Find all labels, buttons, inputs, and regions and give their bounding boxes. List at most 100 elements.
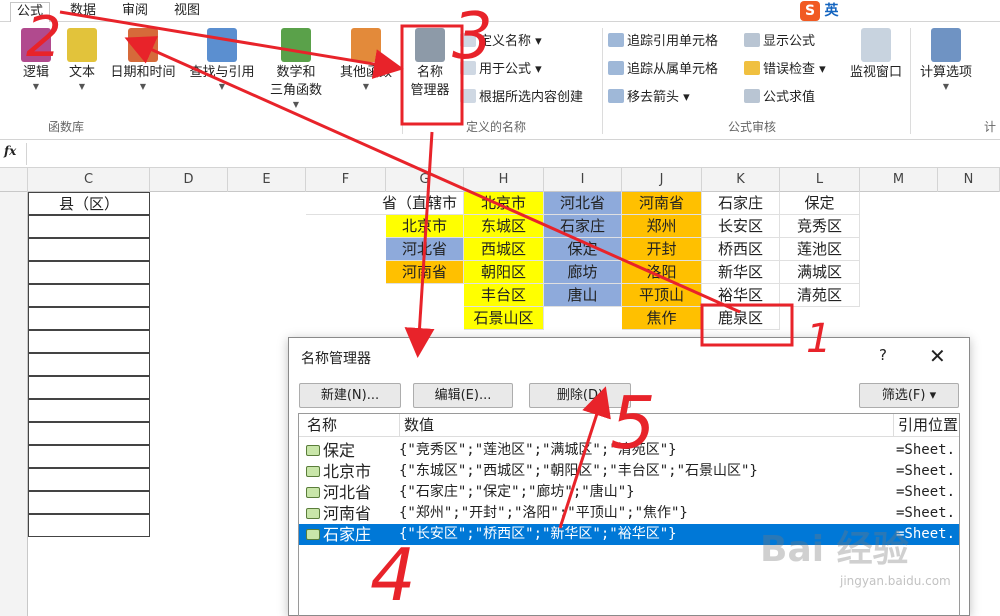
county-cell[interactable]: [28, 468, 150, 491]
cell-c1[interactable]: 县（区）: [28, 192, 150, 215]
cell-j2[interactable]: 郑州: [622, 215, 702, 238]
tab-view[interactable]: 视图: [168, 2, 206, 22]
help-icon[interactable]: ?: [879, 346, 887, 364]
cell-i4[interactable]: 廊坊: [544, 261, 622, 284]
ime-indicator[interactable]: S 英: [800, 0, 860, 22]
county-cell[interactable]: [28, 215, 150, 238]
tab-data[interactable]: 数据: [64, 2, 102, 22]
county-cell[interactable]: [28, 284, 150, 307]
cell-l3[interactable]: 莲池区: [780, 238, 860, 261]
date-time-functions-button[interactable]: 日期和时间 ▼: [104, 28, 182, 92]
column-header-m[interactable]: M: [860, 168, 938, 192]
create-from-selection-button[interactable]: 根据所选内容创建: [460, 88, 583, 108]
use-in-formula-button[interactable]: 用于公式 ▾: [460, 60, 542, 80]
more-functions-button[interactable]: 其他函数 ▼: [334, 28, 398, 92]
delete-name-button[interactable]: 删除(D): [529, 383, 631, 408]
lookup-reference-button[interactable]: 查找与引用 ▼: [184, 28, 260, 92]
column-header-name[interactable]: 名称: [307, 414, 337, 436]
new-name-button[interactable]: 新建(N)...: [299, 383, 401, 408]
edit-name-button[interactable]: 编辑(E)...: [413, 383, 513, 408]
ribbon-tab-bar: 公式 数据 审阅 视图 S 英: [0, 0, 1000, 23]
function-icon[interactable]: fx: [4, 144, 22, 158]
county-cell[interactable]: [28, 307, 150, 330]
county-cell[interactable]: [28, 330, 150, 353]
cell-h6[interactable]: 石景山区: [464, 307, 544, 330]
cell-g4[interactable]: 河南省: [386, 261, 464, 284]
column-header-k[interactable]: K: [702, 168, 780, 192]
trace-precedents-button[interactable]: 追踪引用单元格: [608, 32, 718, 52]
column-header-i[interactable]: I: [544, 168, 622, 192]
error-checking-button[interactable]: 错误检查 ▾: [744, 60, 826, 80]
column-header-e[interactable]: E: [228, 168, 306, 192]
show-formulas-button[interactable]: 显示公式: [744, 32, 815, 52]
list-item-name: 河南省: [323, 504, 372, 523]
formula-input[interactable]: [26, 143, 998, 165]
define-name-button[interactable]: 定义名称 ▾: [460, 32, 542, 52]
trace-dependents-button[interactable]: 追踪从属单元格: [608, 60, 718, 80]
text-functions-button[interactable]: 文本 ▼: [62, 28, 102, 92]
cell-j5[interactable]: 平顶山: [622, 284, 702, 307]
column-header-c[interactable]: C: [28, 168, 150, 192]
list-item[interactable]: 河北省 {"石家庄";"保定";"廊坊";"唐山"} =Sheet.: [299, 482, 959, 503]
cell-j4[interactable]: 洛阳: [622, 261, 702, 284]
cell-k3[interactable]: 桥西区: [702, 238, 780, 261]
cell-k6[interactable]: 鹿泉区: [702, 307, 780, 330]
watch-window-button[interactable]: 监视窗口: [842, 28, 910, 82]
list-item-value: {"石家庄";"保定";"廊坊";"唐山"}: [399, 484, 635, 500]
cell-i1[interactable]: 河北省: [544, 192, 622, 215]
column-header-l[interactable]: L: [780, 168, 860, 192]
column-header-f[interactable]: F: [306, 168, 386, 192]
list-item[interactable]: 保定 {"竞秀区";"莲池区";"满城区";"清苑区"} =Sheet.: [299, 440, 959, 461]
cell-k2[interactable]: 长安区: [702, 215, 780, 238]
county-cell[interactable]: [28, 399, 150, 422]
cell-j3[interactable]: 开封: [622, 238, 702, 261]
county-cell[interactable]: [28, 376, 150, 399]
cell-i5[interactable]: 唐山: [544, 284, 622, 307]
cell-l4[interactable]: 满城区: [780, 261, 860, 284]
remove-arrows-button[interactable]: 移去箭头 ▾: [608, 88, 690, 108]
column-header-value[interactable]: 数值: [399, 414, 434, 436]
cell-j6[interactable]: 焦作: [622, 307, 702, 330]
evaluate-formula-button[interactable]: 公式求值: [744, 88, 815, 108]
cell-h1[interactable]: 北京市: [464, 192, 544, 215]
column-header-n[interactable]: N: [938, 168, 1000, 192]
name-tag-icon: [306, 445, 320, 456]
cell-g2[interactable]: 北京市: [386, 215, 464, 238]
cell-l5[interactable]: 清苑区: [780, 284, 860, 307]
column-header-j[interactable]: J: [622, 168, 702, 192]
county-cell[interactable]: [28, 445, 150, 468]
column-header-refers-to[interactable]: 引用位置: [893, 414, 958, 436]
name-manager-button[interactable]: 名称 管理器: [404, 28, 456, 100]
county-cell[interactable]: [28, 491, 150, 514]
cell-k1[interactable]: 石家庄: [702, 192, 780, 215]
cell-j1[interactable]: 河南省: [622, 192, 702, 215]
math-trig-button[interactable]: 数学和 三角函数 ▼: [262, 28, 330, 110]
county-cell[interactable]: [28, 353, 150, 376]
filter-button[interactable]: 筛选(F) ▾: [859, 383, 959, 408]
cell-k5[interactable]: 裕华区: [702, 284, 780, 307]
cell-i2[interactable]: 石家庄: [544, 215, 622, 238]
logical-functions-button[interactable]: 逻辑 ▼: [16, 28, 56, 92]
tab-formulas[interactable]: 公式: [10, 2, 51, 23]
calculation-options-button[interactable]: 计算选项 ▼: [914, 28, 978, 92]
cell-k4[interactable]: 新华区: [702, 261, 780, 284]
county-cell[interactable]: [28, 514, 150, 537]
tab-review[interactable]: 审阅: [116, 2, 154, 22]
cell-h3[interactable]: 西城区: [464, 238, 544, 261]
list-item[interactable]: 北京市 {"东城区";"西城区";"朝阳区";"丰台区";"石景山区"} =Shee…: [299, 461, 959, 482]
cell-h5[interactable]: 丰台区: [464, 284, 544, 307]
cell-h2[interactable]: 东城区: [464, 215, 544, 238]
cell-f1[interactable]: 省（直辖市: [306, 192, 464, 215]
county-cell[interactable]: [28, 422, 150, 445]
cell-l1[interactable]: 保定: [780, 192, 860, 215]
column-header-h[interactable]: H: [464, 168, 544, 192]
column-header-d[interactable]: D: [150, 168, 228, 192]
county-cell[interactable]: [28, 238, 150, 261]
close-icon[interactable]: ✕: [929, 344, 946, 368]
cell-h4[interactable]: 朝阳区: [464, 261, 544, 284]
cell-l2[interactable]: 竞秀区: [780, 215, 860, 238]
cell-i3[interactable]: 保定: [544, 238, 622, 261]
county-cell[interactable]: [28, 261, 150, 284]
column-header-g[interactable]: G: [386, 168, 464, 192]
cell-g3[interactable]: 河北省: [386, 238, 464, 261]
